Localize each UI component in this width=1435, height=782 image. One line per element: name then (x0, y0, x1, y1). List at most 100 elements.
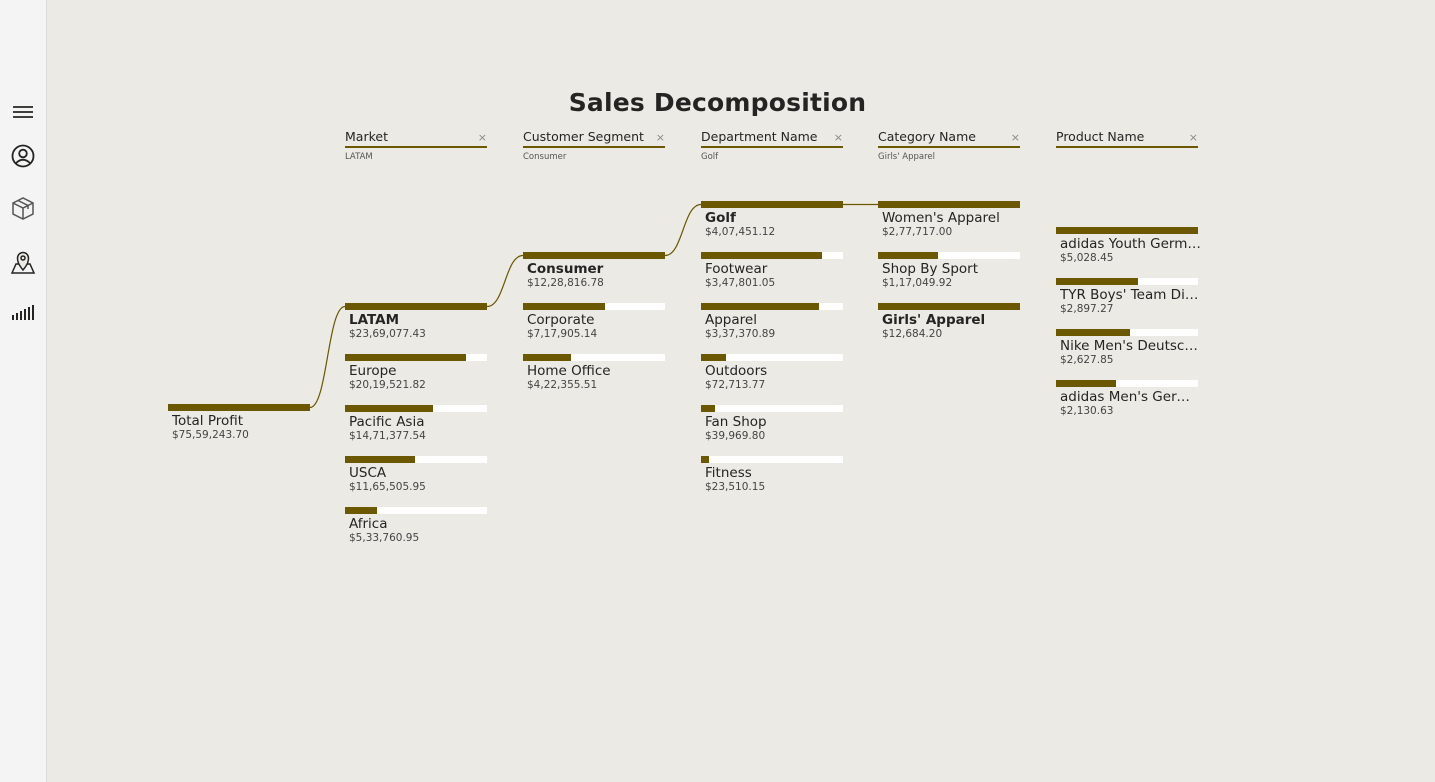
node-label: LATAM (349, 313, 400, 328)
node-value: $39,969.80 (705, 430, 766, 442)
tree-node-apparel[interactable]: Apparel $3,37,370.89 (701, 303, 843, 340)
tree-node-africa[interactable]: Africa $5,33,760.95 (345, 507, 487, 544)
column-header-category-name[interactable]: Category Name × Girls' Apparel (878, 129, 1020, 162)
node-label: Golf (705, 211, 736, 226)
node-bar (701, 201, 843, 208)
node-value: $7,17,905.14 (527, 328, 598, 340)
node-value: $23,510.15 (705, 481, 766, 493)
node-value: $4,22,355.51 (527, 379, 598, 391)
tree-connectors (309, 203, 878, 409)
node-label: Fitness (705, 466, 752, 481)
node-label: Europe (349, 364, 397, 379)
node-bar-fill (345, 405, 434, 412)
column-header-customer-segment[interactable]: Customer Segment × Consumer (523, 129, 665, 162)
signal-bars-icon[interactable] (10, 300, 36, 326)
tree-node-consumer[interactable]: Consumer $12,28,816.78 (523, 252, 665, 289)
node-label: Fan Shop (705, 415, 767, 430)
node-value: $2,627.85 (1060, 354, 1114, 366)
node-bar-fill (345, 354, 466, 361)
tree-node-pacific-asia[interactable]: Pacific Asia $14,71,377.54 (345, 405, 487, 442)
tree-node-home-office[interactable]: Home Office $4,22,355.51 (523, 354, 665, 391)
node-bar (701, 405, 843, 412)
node-value: $11,65,505.95 (349, 481, 426, 493)
node-bar (878, 303, 1020, 310)
tree-node-fitness[interactable]: Fitness $23,510.15 (701, 456, 843, 493)
node-bar (701, 354, 843, 361)
node-label: Pacific Asia (349, 415, 425, 430)
node-bar-fill (523, 252, 665, 259)
node-bar (701, 456, 843, 463)
node-value: $23,69,077.43 (349, 328, 426, 340)
user-circle-icon[interactable] (10, 143, 36, 169)
column-header-title: Department Name (701, 129, 843, 148)
node-label: USCA (349, 466, 387, 481)
node-bar-fill (345, 456, 415, 463)
node-label: Outdoors (705, 364, 768, 379)
node-label: Africa (349, 517, 388, 532)
column-header-department-name[interactable]: Department Name × Golf (701, 129, 843, 162)
tree-node-adidas-youth-germany-black-red-away-match-soc[interactable]: adidas Youth Germany Black/Red Away Matc… (1056, 227, 1202, 264)
column-selection: Girls' Apparel (878, 152, 935, 162)
node-bar (878, 201, 1020, 208)
node-value: $5,33,760.95 (349, 532, 420, 544)
tree-node-girls-apparel[interactable]: Girls' Apparel $12,684.20 (878, 303, 1020, 340)
node-bar (1056, 278, 1198, 285)
node-bar (345, 456, 487, 463)
node-bar (1056, 227, 1198, 234)
node-value: $2,77,717.00 (882, 226, 953, 238)
tree-node-fan-shop[interactable]: Fan Shop $39,969.80 (701, 405, 843, 442)
tree-node-usca[interactable]: USCA $11,65,505.95 (345, 456, 487, 493)
column-header-title: Product Name (1056, 129, 1198, 148)
tree-node-women-s-apparel[interactable]: Women's Apparel $2,77,717.00 (878, 201, 1020, 238)
tree-node-adidas-men-s-germany-black-crest-away-tee[interactable]: adidas Men's Germany Black Crest Away Te… (1056, 380, 1202, 417)
tree-node-tyr-boys-team-digi-jammer[interactable]: TYR Boys' Team Digi Jammer$2,897.27 (1056, 278, 1202, 315)
node-value: $20,19,521.82 (349, 379, 426, 391)
node-bar-fill (701, 252, 822, 259)
node-bar-fill (878, 201, 1020, 208)
node-bar (701, 252, 843, 259)
close-icon[interactable]: × (1011, 132, 1020, 143)
tree-node-footwear[interactable]: Footwear $3,47,801.05 (701, 252, 843, 289)
column-header-product-name[interactable]: Product Name × (1056, 129, 1198, 152)
tree-node-shop-by-sport[interactable]: Shop By Sport $1,17,049.92 (878, 252, 1020, 289)
root-node-total-profit[interactable]: Total Profit $75,59,243.70 (168, 404, 310, 441)
node-bar (1056, 329, 1198, 336)
left-nav-rail (0, 0, 47, 782)
tree-node-europe[interactable]: Europe $20,19,521.82 (345, 354, 487, 391)
node-bar (168, 404, 310, 411)
node-label: Girls' Apparel (882, 313, 986, 328)
node-value: $4,07,451.12 (705, 226, 776, 238)
tree-node-latam[interactable]: LATAM $23,69,077.43 (345, 303, 487, 340)
connector-line (486, 254, 524, 308)
close-icon[interactable]: × (656, 132, 665, 143)
tree-node-outdoors[interactable]: Outdoors $72,713.77 (701, 354, 843, 391)
close-icon[interactable]: × (834, 132, 843, 143)
node-value: $12,28,816.78 (527, 277, 604, 289)
column-selection: Golf (701, 152, 719, 162)
node-bar (523, 303, 665, 310)
column-header-title: Category Name (878, 129, 1020, 148)
node-bar (345, 354, 487, 361)
close-icon[interactable]: × (478, 132, 487, 143)
node-bar-fill (701, 405, 715, 412)
connector-line (664, 203, 702, 257)
node-bar-fill (523, 303, 606, 310)
node-value: $75,59,243.70 (172, 429, 249, 441)
node-bar-fill (523, 354, 572, 361)
node-bar (523, 252, 665, 259)
column-header-title: Customer Segment (523, 129, 665, 148)
tree-node-corporate[interactable]: Corporate $7,17,905.14 (523, 303, 665, 340)
node-label: Corporate (527, 313, 595, 328)
close-icon[interactable]: × (1189, 132, 1198, 143)
tree-node-nike-men-s-deutschland-weltmeister-winners-bl[interactable]: Nike Men's Deutschland Weltmeister Winne… (1056, 329, 1202, 366)
map-pin-icon[interactable] (10, 249, 36, 275)
node-value: $2,130.63 (1060, 405, 1114, 417)
node-bar (1056, 380, 1198, 387)
node-bar-fill (1056, 227, 1198, 234)
node-label: Total Profit (172, 414, 244, 429)
package-box-icon[interactable] (10, 195, 36, 221)
node-value: $5,028.45 (1060, 252, 1114, 264)
tree-node-golf[interactable]: Golf $4,07,451.12 (701, 201, 843, 238)
node-bar-fill (1056, 329, 1131, 336)
column-header-market[interactable]: Market × LATAM (345, 129, 487, 162)
